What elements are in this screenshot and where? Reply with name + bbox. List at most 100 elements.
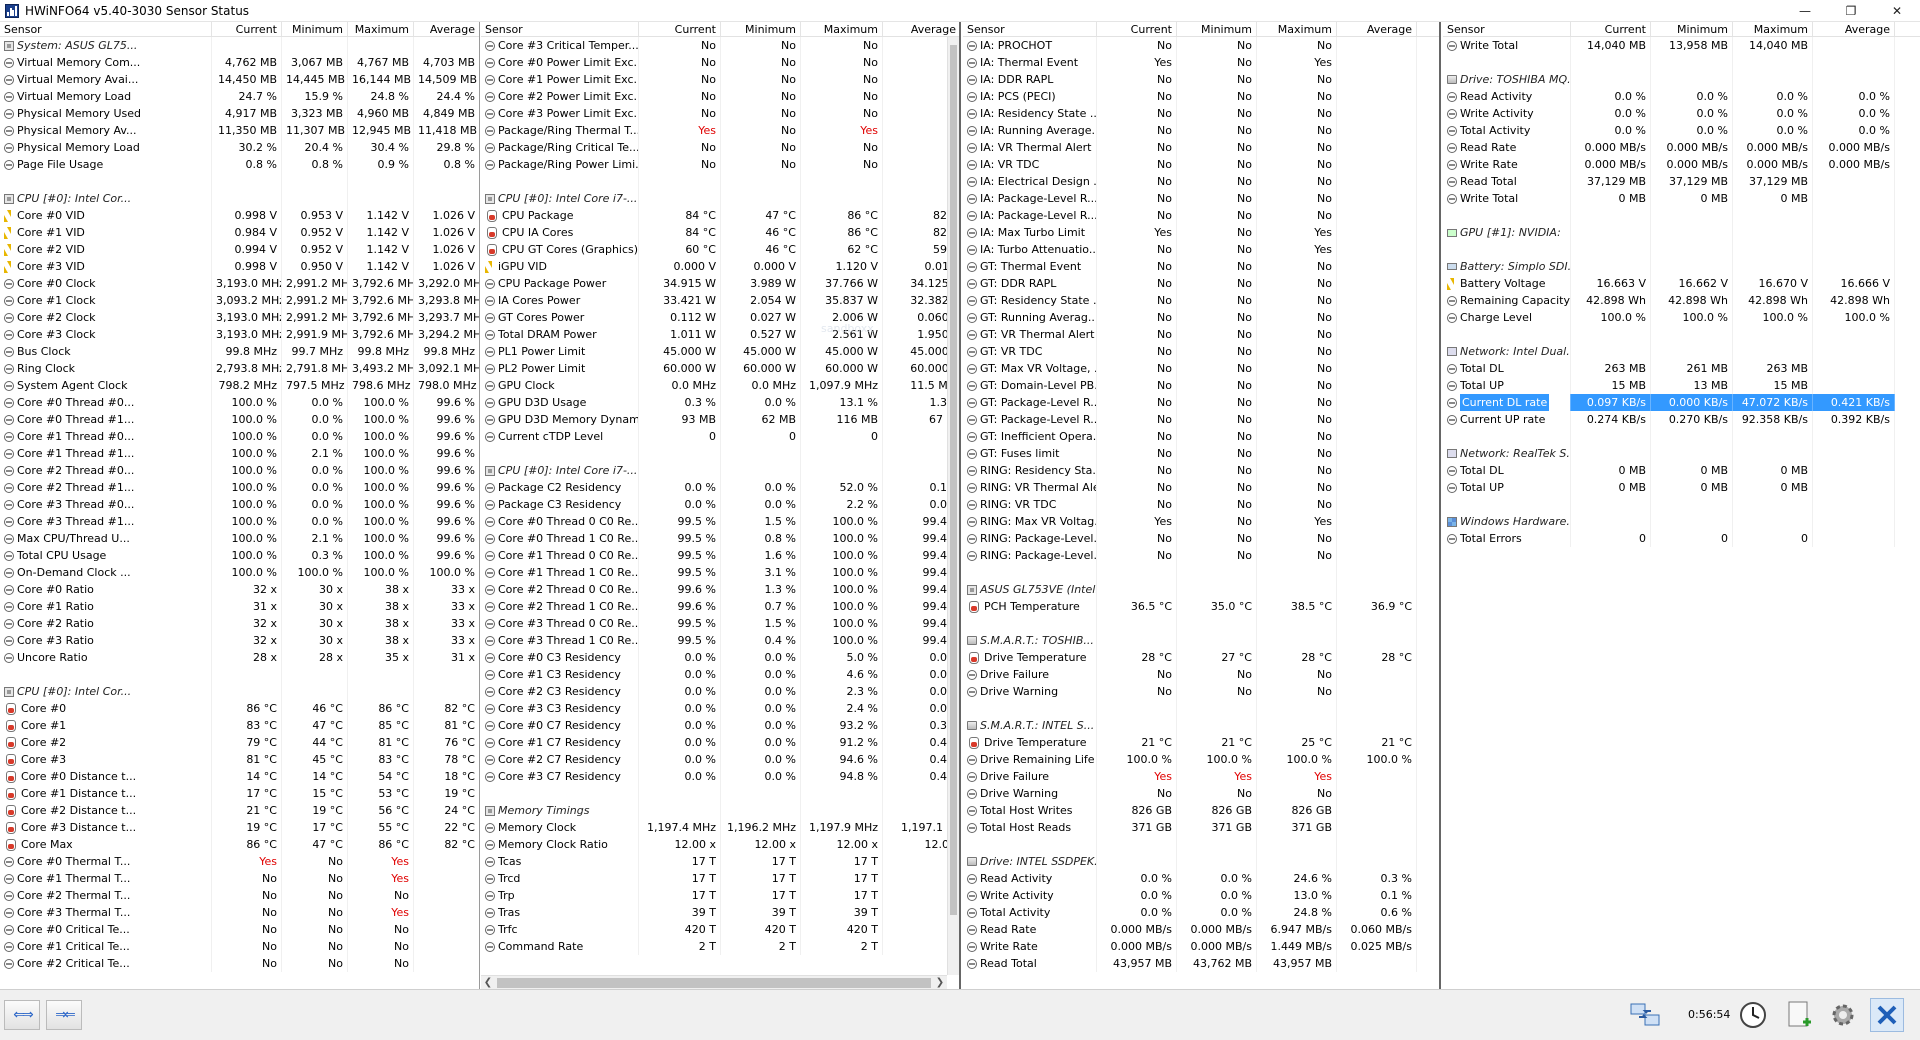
clock-icon[interactable]	[1736, 998, 1770, 1032]
sensor-row[interactable]: Total Host Writes 826 GB 826 GB 826 GB	[963, 802, 1439, 819]
sensor-row[interactable]: Core #0 Thermal T... Yes No Yes	[0, 853, 479, 870]
sensor-row[interactable]: CPU GT Cores (Graphics) 60 °C 46 °C 62 °C 59…	[481, 241, 959, 258]
sensor-row[interactable]: Core #2 Critical Te... No No No	[0, 955, 479, 972]
sensor-row[interactable]: Core #0 VID 0.998 V 0.953 V 1.142 V 1.026 V	[0, 207, 479, 224]
scrollbar-thumb[interactable]	[950, 45, 957, 915]
sensor-row[interactable]: Current UP rate 0.274 KB/s 0.270 KB/s 92.35…	[1443, 411, 1920, 428]
sensor-row[interactable]: Command Rate 2 T2 T2 T	[481, 938, 959, 955]
sensor-row[interactable]: Core #1 Clock3,093.2 MHz2,991.2 MHz3,792…	[0, 292, 479, 309]
sensor-row[interactable]: Uncore Ratio 28 x 28 x 35 x 31 x	[0, 649, 479, 666]
sensor-row[interactable]: Package C2 Residency 0.0 % 0.0 % 52.0 % 0.1 …	[481, 479, 959, 496]
sensor-row[interactable]: Drive Remaining Life 100.0 % 100.0 % 100.0 …	[963, 751, 1439, 768]
column-header-maximum[interactable]: Maximum	[801, 22, 883, 36]
sensor-group-header[interactable]: Windows Hardware...	[1443, 513, 1920, 530]
sensor-row[interactable]: Drive Warning No No No	[963, 683, 1439, 700]
sensor-row[interactable]: GT: Fuses limit No No No	[963, 445, 1439, 462]
sensor-row[interactable]: IA: Package-Level R... No No No	[963, 190, 1439, 207]
sensor-row[interactable]: Total Errors 0 0 0	[1443, 530, 1920, 547]
sensor-row[interactable]: IA Cores Power 33.421 W 2.054 W 35.837 W 32.…	[481, 292, 959, 309]
sensor-row[interactable]: GT: DDR RAPL No No No	[963, 275, 1439, 292]
sensor-row[interactable]: Trfc 420 T 420 T 420 T	[481, 921, 959, 938]
sensor-row[interactable]: IA: Residency State ... No No No	[963, 105, 1439, 122]
sensor-row[interactable]: Core #2 Thread #0... 100.0 % 0.0 % 100.0 % 9…	[0, 462, 479, 479]
sensor-row[interactable]: Core Max 86 °C 47 °C 86 °C 82 °C	[0, 836, 479, 853]
sensor-row[interactable]: Total CPU Usage 100.0 % 0.3 % 100.0 % 99.6 %	[0, 547, 479, 564]
sensor-row[interactable]: GT: Domain-Level PB... No No No	[963, 377, 1439, 394]
sensor-row[interactable]: Core #0 Thread #0... 100.0 % 0.0 % 100.0 % 9…	[0, 394, 479, 411]
sensor-row[interactable]: Core #0 C3 Residency 0.0 % 0.0 % 5.0 % 0.0 °	[481, 649, 959, 666]
sensor-row[interactable]: Core #2 C7 Residency 0.0 % 0.0 % 94.6 % 0.4 …	[481, 751, 959, 768]
column-header-minimum[interactable]: Minimum	[1177, 22, 1257, 36]
sensor-row[interactable]: Core #2 Thread 0 C0 Re... 99.6 % 1.3 % 100.…	[481, 581, 959, 598]
sensor-row[interactable]: Core #3 Distance t... 19 °C 17 °C 55 °C 22 °…	[0, 819, 479, 836]
sensor-row[interactable]: Total DRAM Power 1.011 W 0.527 W 2.561 W 1.9…	[481, 326, 959, 343]
sensor-row[interactable]: IA: VR Thermal Alert No No No	[963, 139, 1439, 156]
sensor-row[interactable]: Core #0 Clock3,193.0 MHz2,991.2 MHz3,792…	[0, 275, 479, 292]
column-header-average[interactable]: Average	[883, 22, 959, 36]
sensor-row[interactable]: GT: Thermal Event No No No	[963, 258, 1439, 275]
sensor-row[interactable]: Trcd 17 T 17 T 17 T	[481, 870, 959, 887]
column-header-average[interactable]: Average	[414, 22, 479, 36]
sensor-group-header[interactable]: CPU [#0]: Intel Core i7-...	[481, 190, 959, 207]
sensor-row[interactable]: Tras 39 T 39 T 39 T	[481, 904, 959, 921]
sensor-row[interactable]: Core #0 C7 Residency 0.0 % 0.0 % 93.2 % 0.3 …	[481, 717, 959, 734]
sensor-row[interactable]: IA: PCS (PECI) No No No	[963, 88, 1439, 105]
sensor-row[interactable]: Total Host Reads 371 GB 371 GB 371 GB	[963, 819, 1439, 836]
sensor-row[interactable]: Core #2 Clock3,193.0 MHz2,991.2 MHz3,792…	[0, 309, 479, 326]
column-header-maximum[interactable]: Maximum	[348, 22, 414, 36]
sensor-row[interactable]: Memory Clock Ratio 12.00 x 12.00 x 12.00 x1…	[481, 836, 959, 853]
sensor-row[interactable]: Memory Clock 1,197.4 MHz 1,196.2 MHz 1,197.…	[481, 819, 959, 836]
sensor-row[interactable]: Core #2 Ratio 32 x 30 x 38 x 33 x	[0, 615, 479, 632]
sensor-row[interactable]: System Agent Clock 798.2 MHz 797.5 MHz 798.…	[0, 377, 479, 394]
sensor-group-header[interactable]: S.M.A.R.T.: TOSHIB...	[963, 632, 1439, 649]
sensor-row[interactable]: Core #1 C3 Residency 0.0 % 0.0 % 4.6 % 0.0 °	[481, 666, 959, 683]
sensor-row[interactable]: Core #3 Thread #1... 100.0 % 0.0 % 100.0 % 9…	[0, 513, 479, 530]
sensor-row[interactable]: RING: Package-Level... No No No	[963, 530, 1439, 547]
sensor-row[interactable]: Read Rate 0.000 MB/s 0.000 MB/s 0.000 MB/s 0…	[1443, 139, 1920, 156]
sensor-group-header[interactable]: Drive: TOSHIBA MQ...	[1443, 71, 1920, 88]
vertical-scrollbar[interactable]	[947, 37, 959, 975]
sensor-row[interactable]: CPU Package 84 °C 47 °C 86 °C 82 °	[481, 207, 959, 224]
sensor-row[interactable]: Core #3 Power Limit Exc... No No No	[481, 105, 959, 122]
sensor-row[interactable]: Core #3 C3 Residency 0.0 % 0.0 % 2.4 % 0.0 °	[481, 700, 959, 717]
sensor-row[interactable]: Read Activity 0.0 % 0.0 % 24.6 % 0.3 %	[963, 870, 1439, 887]
sensor-row[interactable]: GT: Running Averag... No No No	[963, 309, 1439, 326]
sensor-row[interactable]: Total Activity 0.0 % 0.0 % 24.8 % 0.6 %	[963, 904, 1439, 921]
column-header-current[interactable]: Current	[639, 22, 721, 36]
horizontal-scrollbar[interactable]: ❮ ❯	[481, 975, 947, 989]
sensor-row[interactable]: IA: Max Turbo Limit Yes No Yes	[963, 224, 1439, 241]
sensor-row[interactable]: Total Activity 0.0 % 0.0 % 0.0 % 0.0 %	[1443, 122, 1920, 139]
sensor-row[interactable]: Current DL rate 0.097 KB/s 0.000 KB/s 47.07…	[1443, 394, 1920, 411]
sensor-row[interactable]: Drive Temperature 28 °C 27 °C 28 °C 28 °C	[963, 649, 1439, 666]
sensor-row[interactable]: Core #0 Power Limit Exc... No No No	[481, 54, 959, 71]
sensor-row[interactable]: Core #3 C7 Residency 0.0 % 0.0 % 94.8 % 0.4 …	[481, 768, 959, 785]
column-header-current[interactable]: Current	[1571, 22, 1651, 36]
minimize-button[interactable]: —	[1782, 0, 1828, 22]
network-sync-icon[interactable]	[1628, 998, 1662, 1032]
sensor-row[interactable]: GT: Max VR Voltage, ... No No No	[963, 360, 1439, 377]
sensor-row[interactable]: Virtual Memory Load 24.7 % 15.9 % 24.8 % 24.…	[0, 88, 479, 105]
sensor-row[interactable]: Remaining Capacity 42.898 Wh 42.898 Wh 42.8…	[1443, 292, 1920, 309]
sensor-row[interactable]: Core #1 C7 Residency 0.0 % 0.0 % 91.2 % 0.4 …	[481, 734, 959, 751]
sensor-row[interactable]: GT: Residency State ... No No No	[963, 292, 1439, 309]
sensor-row[interactable]: Core #3 VID 0.998 V 0.950 V 1.142 V 1.026 V	[0, 258, 479, 275]
column-header-average[interactable]: Average	[1337, 22, 1417, 36]
sensor-row[interactable]: Write Activity 0.0 % 0.0 % 0.0 % 0.0 %	[1443, 105, 1920, 122]
close-x-icon[interactable]	[1870, 998, 1904, 1032]
sensor-row[interactable]: Core #1 Critical Te... No No No	[0, 938, 479, 955]
sensor-row[interactable]: Drive Warning No No No	[963, 785, 1439, 802]
sensor-row[interactable]: Core #3 Thread #0... 100.0 % 0.0 % 100.0 % 9…	[0, 496, 479, 513]
column-header-current[interactable]: Current	[212, 22, 282, 36]
sensor-row[interactable]: IA: Running Average... No No No	[963, 122, 1439, 139]
sensor-row[interactable]: Core #0 Thread 1 C0 Re... 99.5 % 0.8 % 100.…	[481, 530, 959, 547]
sensor-row[interactable]: Total DL 0 MB 0 MB 0 MB	[1443, 462, 1920, 479]
sensor-row[interactable]: Trp 17 T 17 T 17 T	[481, 887, 959, 904]
sensor-row[interactable]: Write Total 0 MB 0 MB 0 MB	[1443, 190, 1920, 207]
column-header-average[interactable]: Average	[1813, 22, 1895, 36]
sensor-row[interactable]: Physical Memory Used 4,917 MB 3,323 MB 4,96…	[0, 105, 479, 122]
sensor-row[interactable]: Core #2 Thread #1... 100.0 % 0.0 % 100.0 % 9…	[0, 479, 479, 496]
sensor-row[interactable]: PCH Temperature 36.5 °C 35.0 °C 38.5 °C 36.9…	[963, 598, 1439, 615]
sensor-row[interactable]: GPU D3D Usage 0.3 % 0.0 % 13.1 % 1.3 °	[481, 394, 959, 411]
column-header-minimum[interactable]: Minimum	[282, 22, 348, 36]
sensor-row[interactable]: Core #2 Thread 1 C0 Re... 99.6 % 0.7 % 100.…	[481, 598, 959, 615]
